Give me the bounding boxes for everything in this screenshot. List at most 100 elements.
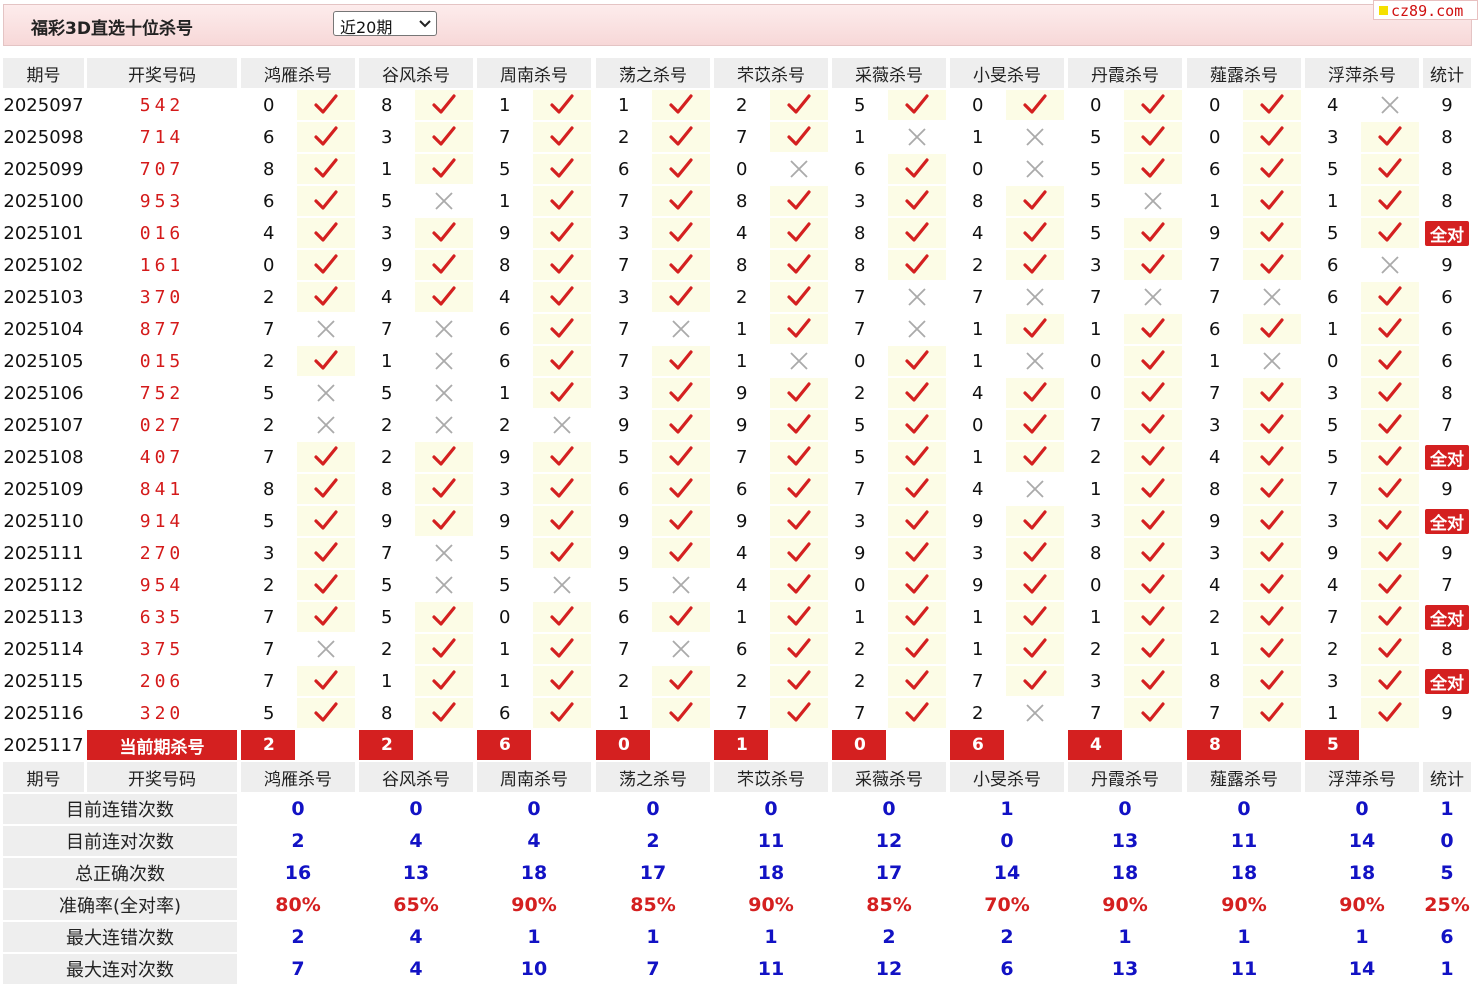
result-cell	[652, 154, 710, 184]
check-icon	[432, 158, 456, 178]
kill-number-cell: 5	[499, 158, 511, 180]
result-cell	[415, 154, 473, 184]
check-icon	[1141, 254, 1165, 274]
result-cell	[1124, 538, 1182, 568]
bottom-expert-header: 浮萍杀号	[1305, 762, 1419, 792]
cross-icon	[553, 416, 571, 434]
kill-number-cell: 2	[618, 126, 630, 148]
cross-icon	[1026, 160, 1044, 178]
kill-number-cell: 6	[499, 350, 511, 372]
check-icon	[550, 318, 574, 338]
drawn-number-cell: 027	[139, 414, 185, 436]
result-cell	[415, 666, 473, 696]
result-cell	[652, 122, 710, 152]
kill-number-cell: 3	[1209, 414, 1221, 436]
summary-stat: 1	[1440, 798, 1454, 820]
kill-number-cell: 4	[736, 574, 748, 596]
kill-number-cell: 7	[1209, 286, 1221, 308]
result-cell	[1243, 602, 1301, 632]
kill-number-cell: 8	[1209, 670, 1221, 692]
cross-icon	[1026, 480, 1044, 498]
result-cell	[1124, 218, 1182, 248]
check-icon	[1378, 542, 1402, 562]
check-icon	[1023, 94, 1047, 114]
check-icon	[550, 158, 574, 178]
kill-number-cell: 0	[972, 94, 984, 116]
cross-icon	[1263, 352, 1281, 370]
summary-value: 4	[409, 958, 423, 980]
kill-number-cell: 5	[1090, 222, 1102, 244]
all-correct-badge: 全对	[1425, 509, 1469, 534]
kill-number-table: 期号 开奖号码 鸿雁杀号 谷风杀号 周南杀号 荡之杀号 芣苡杀号 采薇杀号 小旻杀号 丹霞杀号 薤露…	[0, 0, 1478, 993]
summary-stat: 5	[1440, 862, 1454, 884]
check-icon	[550, 222, 574, 242]
kill-number-cell: 7	[1209, 254, 1221, 276]
result-cell	[1124, 634, 1182, 664]
kill-number-cell: 4	[1209, 446, 1221, 468]
kill-number-cell: 1	[736, 350, 748, 372]
check-icon	[550, 638, 574, 658]
check-icon	[669, 702, 693, 722]
drawn-number-cell: 320	[139, 702, 185, 724]
check-icon	[1260, 702, 1284, 722]
check-icon	[787, 638, 811, 658]
kill-number-cell: 9	[736, 414, 748, 436]
kill-number-cell: 3	[1090, 510, 1102, 532]
kill-number-cell: 1	[972, 126, 984, 148]
result-cell	[1124, 314, 1182, 344]
result-cell	[888, 538, 946, 568]
result-cell	[297, 506, 355, 536]
kill-number-cell: 6	[1209, 318, 1221, 340]
result-cell	[770, 314, 828, 344]
result-cell	[1006, 410, 1064, 440]
result-cell	[297, 602, 355, 632]
kill-number-cell: 5	[1327, 222, 1339, 244]
bottom-expert-header: 荡之杀号	[596, 762, 710, 792]
result-cell	[1243, 186, 1301, 216]
kill-number-cell: 0	[854, 574, 866, 596]
check-icon	[1378, 318, 1402, 338]
kill-number-cell: 1	[499, 94, 511, 116]
check-icon	[432, 510, 456, 530]
kill-number-cell: 2	[381, 638, 393, 660]
check-icon	[787, 702, 811, 722]
kill-number-cell: 8	[263, 478, 275, 500]
check-icon	[669, 478, 693, 498]
summary-value: 4	[409, 830, 423, 852]
kill-number-cell: 9	[618, 542, 630, 564]
result-cell	[297, 698, 355, 728]
check-icon	[669, 190, 693, 210]
kill-number-cell: 2	[263, 286, 275, 308]
result-cell	[1124, 410, 1182, 440]
result-cell	[1243, 314, 1301, 344]
check-icon	[1378, 638, 1402, 658]
result-cell	[1006, 570, 1064, 600]
cross-icon	[317, 384, 335, 402]
check-icon	[1378, 702, 1402, 722]
check-icon	[905, 158, 929, 178]
result-cell	[1006, 506, 1064, 536]
summary-value: 0	[1118, 798, 1132, 820]
check-icon	[1023, 382, 1047, 402]
kill-number-cell: 2	[1090, 638, 1102, 660]
kill-number-cell: 0	[1209, 126, 1221, 148]
kill-number-cell: 1	[499, 638, 511, 660]
check-icon	[1023, 606, 1047, 626]
kill-number-cell: 1	[381, 670, 393, 692]
kill-number-cell: 2	[736, 670, 748, 692]
check-icon	[787, 94, 811, 114]
check-icon	[787, 318, 811, 338]
kill-number-cell: 7	[854, 286, 866, 308]
check-icon	[669, 510, 693, 530]
kill-number-cell: 1	[499, 382, 511, 404]
check-icon	[432, 638, 456, 658]
kill-number-cell: 8	[854, 222, 866, 244]
result-cell	[1243, 666, 1301, 696]
check-icon	[1023, 670, 1047, 690]
kill-number-cell: 2	[1327, 638, 1339, 660]
bottom-expert-header: 周南杀号	[477, 762, 591, 792]
kill-number-cell: 1	[972, 446, 984, 468]
result-cell	[1361, 602, 1419, 632]
check-icon	[669, 414, 693, 434]
summary-value: 1	[527, 926, 541, 948]
